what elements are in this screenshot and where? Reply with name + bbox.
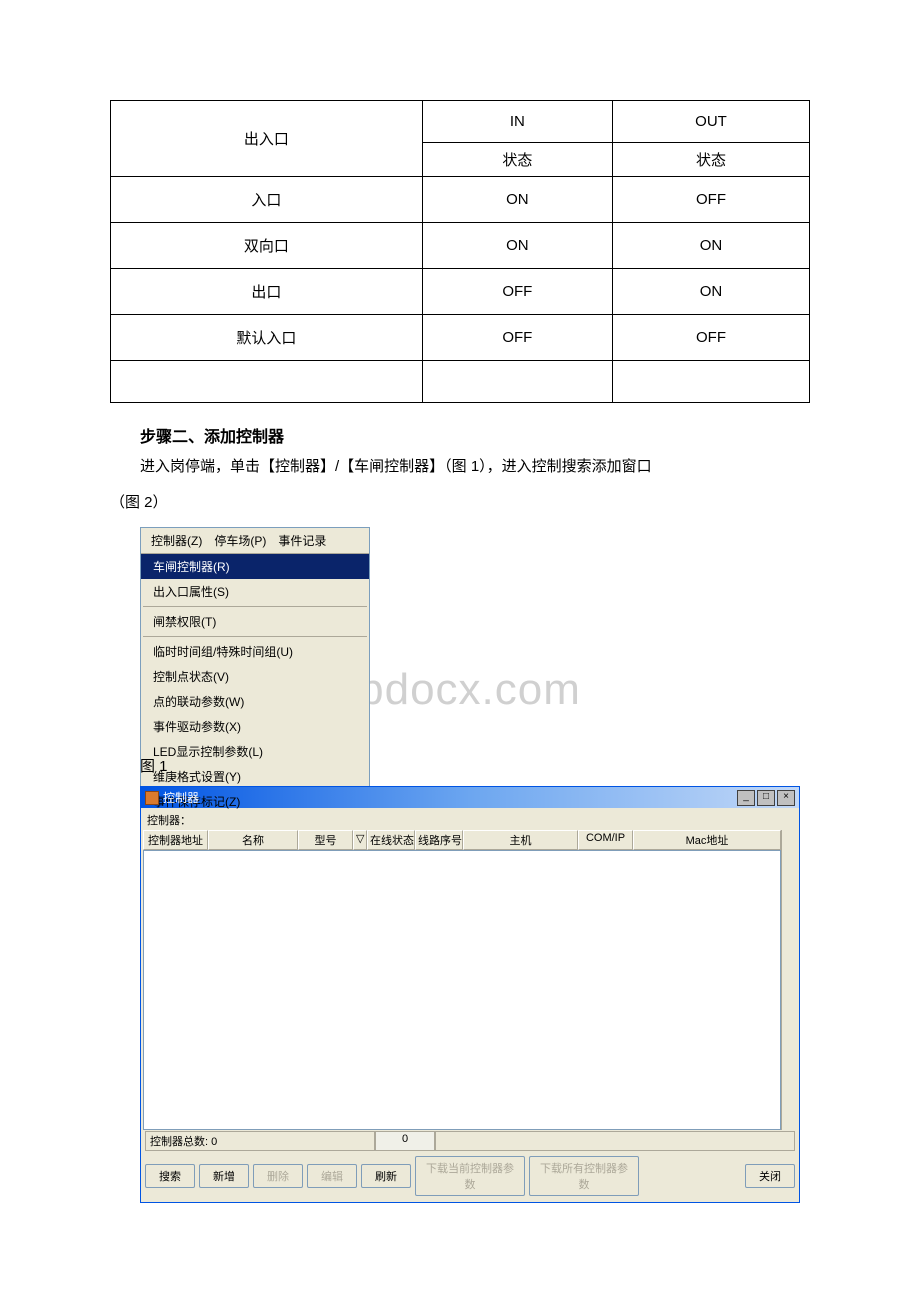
status-number: 0 (375, 1131, 435, 1151)
col-header-in-bottom: 状态 (422, 143, 612, 177)
paragraph-2: （图 2） (110, 491, 810, 515)
col-ctrl-addr[interactable]: 控制器地址 (143, 830, 208, 850)
menu-item-link-param[interactable]: 点的联动参数(W) (141, 689, 369, 714)
col-line-seq[interactable]: 线路序号 (415, 830, 463, 850)
table-row: 出口 OFF ON (111, 269, 810, 315)
col-online-state[interactable]: 在线状态 (367, 830, 415, 850)
col-header-1: 出入口 (111, 101, 423, 177)
search-button[interactable]: 搜索 (145, 1164, 195, 1188)
col-header-out-top: OUT (612, 101, 809, 143)
menu-bar-event[interactable]: 事件记录 (272, 530, 332, 551)
table-row: 入口 ON OFF (111, 177, 810, 223)
step-title: 步骤二、添加控制器 (140, 423, 810, 447)
controller-label: 控制器： (143, 810, 797, 830)
menu-separator (143, 636, 367, 637)
menu-bar-controller[interactable]: 控制器(Z) (145, 530, 208, 551)
maximize-icon[interactable]: □ (757, 790, 775, 806)
controller-window: 控制器 _ □ × 控制器： 控制器地址 名称 型号 ▽ 在线状态 线路序号 主… (140, 786, 800, 1203)
refresh-button[interactable]: 刷新 (361, 1164, 411, 1188)
button-row: 搜索 新增 删除 编辑 刷新 下载当前控制器参数 下载所有控制器参数 关闭 (143, 1152, 797, 1200)
download-current-button[interactable]: 下载当前控制器参数 (415, 1156, 525, 1196)
status-total: 控制器总数: 0 (145, 1131, 375, 1151)
col-header-out-bottom: 状态 (612, 143, 809, 177)
status-bar: 控制器总数: 0 0 (143, 1130, 797, 1152)
vertical-scrollbar[interactable] (781, 830, 797, 1130)
download-all-button[interactable]: 下载所有控制器参数 (529, 1156, 639, 1196)
menu-item-time-group[interactable]: 临时时间组/特殊时间组(U) (141, 639, 369, 664)
col-name[interactable]: 名称 (208, 830, 298, 850)
menu-item-event-drive[interactable]: 事件驱动参数(X) (141, 714, 369, 739)
table-row: 默认入口 OFF OFF (111, 315, 810, 361)
close-icon[interactable]: × (777, 790, 795, 806)
minimize-icon[interactable]: _ (737, 790, 755, 806)
window-title: 控制器 (163, 789, 199, 806)
grid-body-empty (143, 850, 781, 1130)
add-button[interactable]: 新增 (199, 1164, 249, 1188)
close-button[interactable]: 关闭 (745, 1164, 795, 1188)
col-host[interactable]: 主机 (463, 830, 578, 850)
menu-bar: 控制器(Z) 停车场(P) 事件记录 (141, 528, 369, 554)
menu-bar-parking[interactable]: 停车场(P) (208, 530, 272, 551)
col-header-in-top: IN (422, 101, 612, 143)
table-row-empty (111, 361, 810, 403)
delete-button[interactable]: 删除 (253, 1164, 303, 1188)
col-sort-icon[interactable]: ▽ (353, 830, 367, 850)
table-row: 双向口 ON ON (111, 223, 810, 269)
col-mac[interactable]: Mac地址 (633, 830, 781, 850)
grid-header: 控制器地址 名称 型号 ▽ 在线状态 线路序号 主机 COM/IP Mac地址 (143, 830, 781, 850)
edit-button[interactable]: 编辑 (307, 1164, 357, 1188)
menu-item-gate-controller[interactable]: 车闸控制器(R) (141, 554, 369, 579)
col-com-ip[interactable]: COM/IP (578, 830, 633, 850)
menu-item-io-prop[interactable]: 出入口属性(S) (141, 579, 369, 604)
col-model[interactable]: 型号 (298, 830, 353, 850)
menu-separator (143, 606, 367, 607)
app-icon (145, 791, 159, 805)
paragraph-1: 进入岗停端，单击【控制器】/【车闸控制器】（图 1），进入控制搜索添加窗口 (140, 455, 810, 479)
menu-item-ctrl-point-state[interactable]: 控制点状态(V) (141, 664, 369, 689)
io-state-table: 出入口 IN OUT 状态 状态 入口 ON OFF 双向口 ON ON 出口 … (110, 100, 810, 403)
menu-item-gate-permission[interactable]: 闸禁权限(T) (141, 609, 369, 634)
